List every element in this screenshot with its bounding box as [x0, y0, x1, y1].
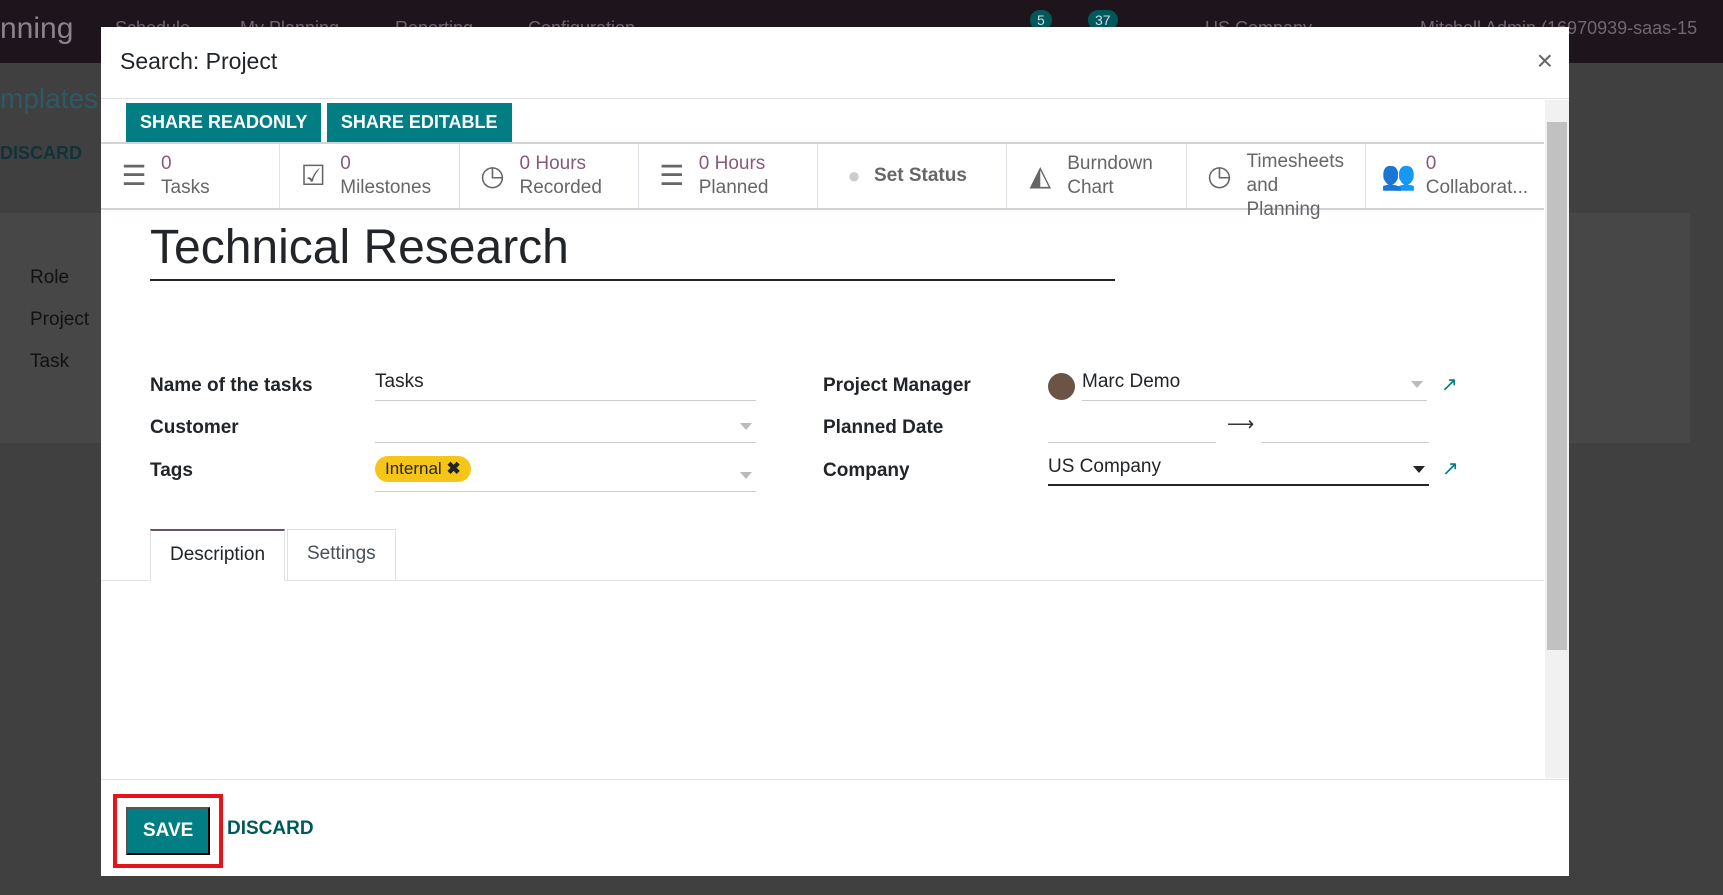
stat-value: 0	[1425, 153, 1437, 174]
label-tags: Tags	[150, 460, 193, 481]
stat-buttons: ☰ 0 Tasks ☑ 0 Milestones ◷ 0 Hours Recorded ☰ 0…	[101, 144, 1544, 220]
planned-date-start-input[interactable]	[1048, 413, 1216, 443]
close-icon[interactable]: ×	[1537, 45, 1553, 77]
area-chart-icon: ◭	[1029, 160, 1052, 191]
tab-settings[interactable]: Settings	[287, 529, 396, 581]
name-of-tasks-value: Tasks	[375, 371, 424, 392]
stat-label: Set Status	[874, 165, 967, 186]
chevron-down-icon	[740, 423, 752, 430]
tag-internal: Internal ✖	[375, 456, 471, 482]
external-link-icon[interactable]: ↗	[1441, 372, 1458, 397]
circle-icon: ●	[847, 163, 861, 188]
users-icon: 👥	[1381, 160, 1417, 191]
share-readonly-button[interactable]: SHARE READONLY	[126, 103, 322, 142]
stat-label: Milestones	[340, 177, 432, 198]
stat-milestones[interactable]: ☑ 0 Milestones	[280, 144, 460, 208]
dialog-body: SHARE READONLY SHARE EDITABLE ☰ 0 Tasks ☑ 0…	[101, 100, 1544, 778]
bg-label-task: Task	[30, 351, 70, 372]
clock-icon: ◷	[1207, 160, 1232, 191]
project-manager-select[interactable]: Marc Demo	[1082, 371, 1427, 401]
company-select[interactable]: US Company	[1048, 456, 1429, 486]
clock-icon: ◷	[480, 160, 505, 191]
stat-label: Recorded	[519, 177, 602, 198]
chevron-down-icon	[1411, 381, 1423, 388]
project-name-input[interactable]: Technical Research	[150, 220, 1115, 281]
planned-date-end-input[interactable]	[1261, 413, 1429, 443]
customer-select[interactable]	[375, 413, 756, 443]
project-manager-value: Marc Demo	[1082, 371, 1181, 392]
tag-label: Internal	[385, 459, 442, 478]
stat-label: Timesheets and Planning	[1246, 151, 1345, 220]
discard-button[interactable]: DISCARD	[227, 818, 314, 840]
bg-label-project: Project	[30, 309, 90, 330]
stat-collaborators[interactable]: 👥 0 Collaborat...	[1366, 144, 1544, 208]
stat-timesheets-planning[interactable]: ◷ Timesheets and Planning	[1187, 144, 1366, 220]
bg-discard-button: DISCARD	[0, 143, 83, 163]
tasks-icon: ☰	[659, 160, 685, 191]
stat-set-status[interactable]: ● Set Status	[818, 144, 1008, 208]
share-editable-button[interactable]: SHARE EDITABLE	[326, 103, 512, 142]
label-customer: Customer	[150, 417, 239, 438]
bg-label-role: Role	[30, 267, 70, 288]
stat-value: 0 Hours	[519, 153, 587, 174]
dialog-header: Search: Project ×	[101, 27, 1569, 99]
stat-value: 0	[161, 153, 172, 174]
scrollbar-thumb[interactable]	[1547, 122, 1567, 650]
share-bar: SHARE READONLY SHARE EDITABLE	[101, 100, 1544, 144]
chevron-down-icon	[1413, 466, 1425, 473]
external-link-icon[interactable]: ↗	[1442, 456, 1459, 481]
stat-label: Tasks	[161, 177, 210, 198]
name-of-tasks-input[interactable]: Tasks	[375, 371, 756, 401]
company-value: US Company	[1048, 456, 1161, 477]
scrollbar[interactable]	[1545, 100, 1569, 778]
dialog-title: Search: Project	[120, 48, 278, 74]
stat-hours-planned[interactable]: ☰ 0 Hours Planned	[639, 144, 818, 208]
app-brand: nning	[0, 12, 74, 45]
chevron-down-icon	[740, 472, 752, 479]
breadcrumb: mplates /	[0, 83, 114, 114]
label-project-manager: Project Manager	[823, 375, 971, 396]
tab-description[interactable]: Description	[150, 529, 286, 581]
label-planned-date: Planned Date	[823, 417, 944, 438]
stat-hours-recorded[interactable]: ◷ 0 Hours Recorded	[460, 144, 639, 208]
stat-label: Planned	[698, 177, 769, 198]
arrow-right-icon: ⟶	[1227, 414, 1255, 435]
stat-tasks[interactable]: ☰ 0 Tasks	[101, 144, 281, 208]
remove-tag-icon[interactable]: ✖	[446, 459, 460, 478]
notebook-tabs: Description Settings	[101, 529, 1544, 581]
search-project-dialog: Search: Project × SHARE READONLY SHARE E…	[101, 27, 1569, 876]
stat-burndown-chart[interactable]: ◭ Burndown Chart	[1007, 144, 1187, 208]
tasks-icon: ☰	[121, 160, 147, 191]
dialog-footer: SAVE DISCARD	[101, 779, 1569, 876]
save-button[interactable]: SAVE	[112, 794, 224, 868]
stat-value: 0	[340, 153, 351, 174]
label-name-of-tasks: Name of the tasks	[150, 375, 313, 396]
avatar	[1048, 373, 1075, 400]
check-square-icon: ☑	[300, 160, 326, 191]
stat-label: Burndown Chart	[1067, 153, 1153, 198]
stat-value: 0 Hours	[698, 153, 766, 174]
stat-label: Collaborat...	[1425, 177, 1529, 198]
tags-select[interactable]: Internal ✖	[375, 456, 756, 492]
label-company: Company	[823, 460, 910, 481]
